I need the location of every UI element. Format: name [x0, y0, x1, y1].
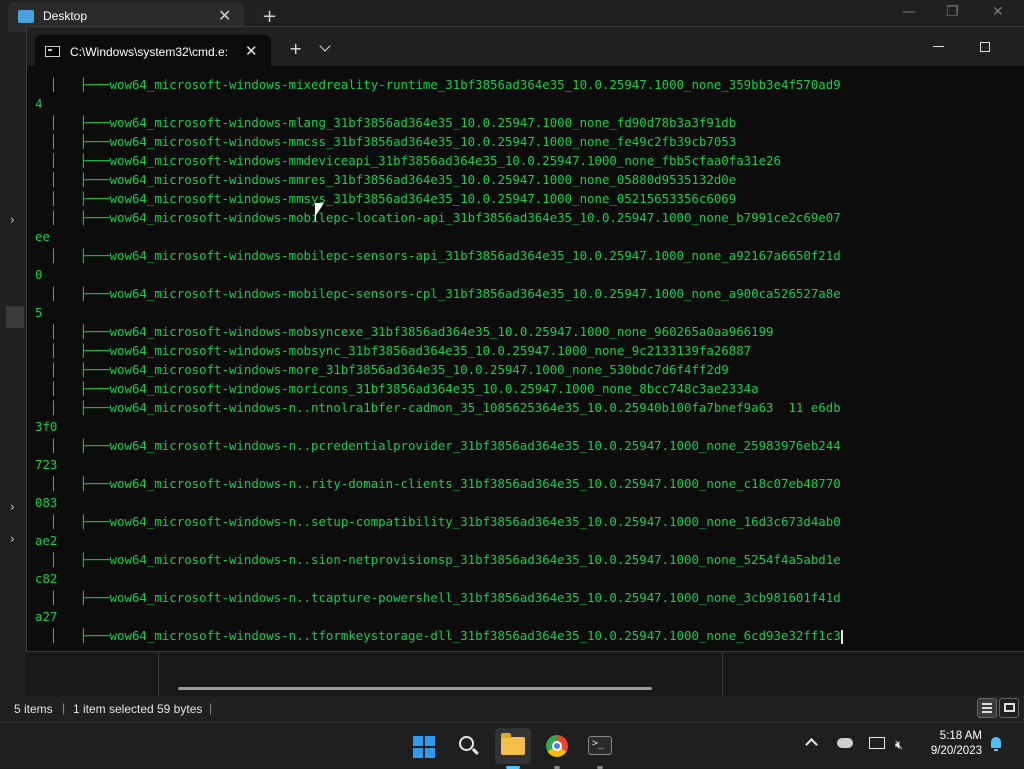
- terminal-line: │ ├───wow64_microsoft-windows-mmsys_31bf…: [35, 191, 737, 206]
- terminal-line: a27: [35, 609, 58, 624]
- terminal-line: │ ├───wow64_microsoft-windows-mixedreali…: [35, 77, 841, 92]
- clock-time: 5:18 AM: [939, 730, 982, 742]
- minimize-button[interactable]: —: [902, 4, 916, 20]
- clock-date: 9/20/2023: [930, 745, 982, 757]
- terminal-output[interactable]: │ ├───wow64_microsoft-windows-mixedreali…: [35, 75, 1024, 651]
- terminal-line: 723: [35, 457, 58, 472]
- status-bar: 5 items | 1 item selected 59 bytes |: [0, 696, 1024, 722]
- terminal-button[interactable]: [582, 728, 618, 769]
- item-count: 5 items: [14, 702, 53, 716]
- terminal-line: 3f0: [35, 419, 58, 434]
- close-icon[interactable]: ✕: [245, 42, 258, 60]
- onedrive-icon[interactable]: [837, 738, 853, 748]
- minimize-button[interactable]: [933, 46, 944, 47]
- notification-bell-icon[interactable]: [989, 737, 1003, 751]
- terminal-line: ee: [35, 229, 50, 244]
- terminal-line: 4: [35, 96, 43, 111]
- terminal-line: │ ├───wow64_microsoft-windows-n..pcreden…: [35, 438, 841, 453]
- chrome-button[interactable]: [539, 728, 575, 769]
- terminal-line: │ ├───wow64_microsoft-windows-mobilepc-s…: [35, 248, 841, 263]
- terminal-line: │ ├───wow64_microsoft-windows-mmdeviceap…: [35, 153, 781, 168]
- tiles-view-button[interactable]: [999, 698, 1019, 718]
- terminal-line: 5: [35, 305, 43, 320]
- terminal-line: │ ├───wow64_microsoft-windows-n..tcaptur…: [35, 590, 841, 605]
- column-divider: [722, 652, 723, 696]
- text-cursor: [840, 629, 843, 644]
- terminal-line: │ ├───wow64_microsoft-windows-mobilepc-s…: [35, 286, 841, 301]
- terminal-line: │ ├───wow64_microsoft-windows-mobsync_31…: [35, 343, 752, 358]
- status-separator: |: [62, 701, 66, 715]
- maximize-button[interactable]: ❐: [946, 4, 959, 20]
- search-icon: [459, 736, 474, 751]
- network-icon[interactable]: [869, 737, 885, 749]
- mouse-cursor-icon: [315, 203, 324, 221]
- terminal-line: │ ├───wow64_microsoft-windows-n..setup-c…: [35, 514, 841, 529]
- taskbar-clock[interactable]: 5:18 AM 9/20/2023: [922, 729, 982, 759]
- terminal-line: ae2: [35, 533, 58, 548]
- terminal-line: c82: [35, 571, 58, 586]
- terminal-titlebar[interactable]: C:\Windows\system32\cmd.e: ✕ +: [27, 27, 1024, 66]
- terminal-line: │ ├───wow64_microsoft-windows-n..rity-do…: [35, 476, 841, 491]
- search-button[interactable]: [450, 728, 486, 764]
- terminal-line: │ ├───wow64_microsoft-windows-n..sion-ne…: [35, 552, 841, 567]
- terminal-tab-label: C:\Windows\system32\cmd.e:: [70, 45, 229, 59]
- horizontal-scrollbar[interactable]: [178, 687, 652, 690]
- volume-muted-icon[interactable]: 🔇︎: [895, 738, 903, 753]
- terminal-line: 083: [35, 495, 58, 510]
- status-separator: |: [209, 701, 213, 715]
- terminal-line: │ ├───wow64_microsoft-windows-mlang_31bf…: [35, 115, 737, 130]
- chevron-right-icon[interactable]: ›: [10, 213, 15, 227]
- file-explorer-button[interactable]: [495, 728, 531, 769]
- terminal-window[interactable]: C:\Windows\system32\cmd.e: ✕ + │ ├───wow…: [26, 26, 1024, 652]
- maximize-button[interactable]: [980, 42, 990, 52]
- new-tab-button[interactable]: +: [289, 39, 302, 58]
- selection-size: 59 bytes: [157, 702, 203, 716]
- terminal-line: │ ├───wow64_microsoft-windows-mobsyncexe…: [35, 324, 774, 339]
- selection-info: 1 item selected: [73, 702, 154, 716]
- terminal-line: │ ├───wow64_microsoft-windows-mmres_31bf…: [35, 172, 737, 187]
- terminal-line: │ ├───wow64_microsoft-windows-mobilepc-l…: [35, 210, 841, 225]
- explorer-tab-label: Desktop: [43, 9, 88, 23]
- tiles-view-icon: [1004, 703, 1015, 712]
- terminal-line: │ ├───wow64_microsoft-windows-more_31bf3…: [35, 362, 729, 377]
- nav-selection-highlight: [6, 306, 24, 328]
- chrome-icon: [546, 735, 568, 757]
- terminal-line: │ ├───wow64_microsoft-windows-moricons_3…: [35, 381, 759, 396]
- chevron-right-icon[interactable]: ›: [10, 532, 15, 546]
- new-tab-button[interactable]: +: [262, 6, 277, 27]
- close-window-button[interactable]: ✕: [992, 4, 1004, 20]
- desktop-folder-icon: [18, 10, 34, 23]
- chevron-right-icon[interactable]: ›: [10, 500, 15, 514]
- terminal-icon: [588, 736, 612, 755]
- navigation-pane-edge: › › ›: [0, 32, 26, 652]
- windows-logo-icon: [413, 736, 435, 758]
- chevron-down-icon[interactable]: [319, 40, 331, 52]
- terminal-tab-cmd[interactable]: C:\Windows\system32\cmd.e: ✕: [35, 35, 271, 66]
- column-divider: [158, 652, 159, 696]
- close-icon[interactable]: ✕: [218, 6, 231, 25]
- details-view-button[interactable]: [977, 698, 997, 718]
- cmd-icon: [45, 46, 60, 57]
- details-view-icon: [982, 703, 992, 713]
- terminal-line: 0: [35, 267, 43, 282]
- terminal-line: │ ├───wow64_microsoft-windows-n..ntnolra…: [35, 400, 841, 415]
- folder-icon: [501, 733, 525, 755]
- terminal-line: │ ├───wow64_microsoft-windows-mmcss_31bf…: [35, 134, 737, 149]
- start-button[interactable]: [406, 728, 442, 764]
- terminal-line: │ ├───wow64_microsoft-windows-n..tformke…: [35, 628, 843, 644]
